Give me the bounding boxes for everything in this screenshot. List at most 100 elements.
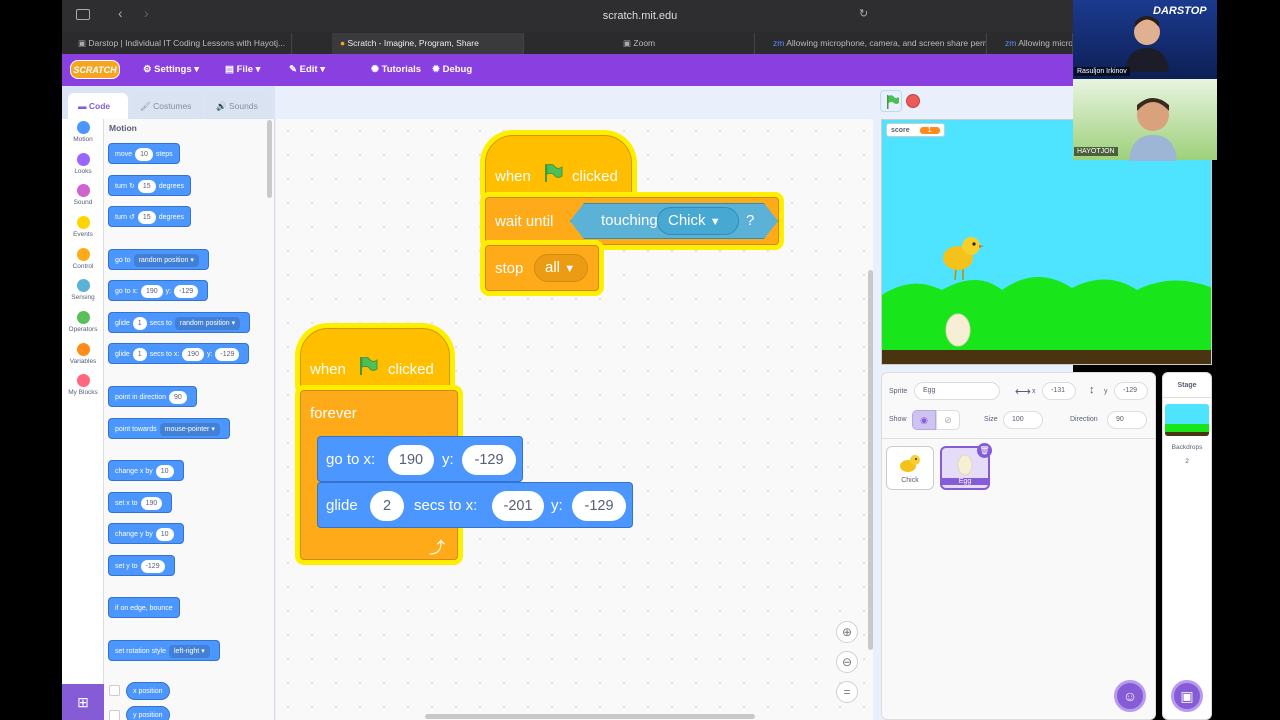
reporter-x-position[interactable]: x position [126,682,170,700]
size-input[interactable]: 100 [1003,411,1043,429]
category-operators[interactable]: Operators [62,311,104,333]
block-point-towards[interactable]: point towards mouse-pointer ▾ [108,418,230,439]
block-input[interactable]: 90 [168,391,187,404]
tab-costumes[interactable]: 🖌 Costumes [130,93,202,119]
palette-scrollbar[interactable] [267,120,272,198]
zoom-out-button[interactable]: ⊖ [836,651,858,673]
back-icon[interactable]: ‹ [118,5,123,21]
script-forever-glide[interactable]: when clicked forever ⤴ go to x: 190 y: -… [300,328,635,563]
category-looks[interactable]: Looks [62,153,104,175]
category-control[interactable]: Control [62,248,104,270]
tab-code[interactable]: ▬ Code [68,93,128,119]
add-sprite-button[interactable]: ☺ [1114,680,1146,712]
add-backdrop-button[interactable]: ▣ [1171,680,1203,712]
file-menu[interactable]: ▤ File ▾ [225,54,260,86]
block-glide-xy[interactable]: glide 1 secs to x: 190 y: -129 [108,343,250,364]
category-variables[interactable]: Variables [62,343,104,365]
score-monitor[interactable]: score 1 [886,123,945,137]
category-events[interactable]: Events [62,216,104,238]
block-turn-right[interactable]: turn ↻ 15 degrees [108,175,191,196]
scratch-logo[interactable]: SCRATCH [70,60,120,79]
glide-secs-input[interactable]: 2 [370,491,404,521]
stop-dropdown[interactable]: all ▼ [534,254,588,282]
block-input[interactable]: 10 [135,148,153,161]
tab-sounds[interactable]: 🔊 Sounds [206,93,272,119]
block-input[interactable]: 15 [137,180,156,193]
category-sensing[interactable]: Sensing [62,279,104,301]
backdrop-thumbnail[interactable] [1165,404,1209,436]
goto-x-input[interactable]: 190 [388,445,434,475]
glide-y-input[interactable]: -129 [572,491,626,521]
block-change-x[interactable]: change x by 10 [108,460,184,481]
block-input[interactable]: 1 [132,317,147,330]
x-input[interactable]: -131 [1042,382,1076,400]
block-rotation-style[interactable]: set rotation style left-right ▾ [108,640,220,661]
block-wait-until[interactable]: wait until touching Chick ▼ ? [485,197,779,245]
block-input[interactable]: 190 [182,348,204,361]
block-input[interactable]: 1 [132,348,147,361]
glide-x-input[interactable]: -201 [492,491,544,521]
tab-scratch[interactable]: ● Scratch - Imagine, Program, Share [332,33,524,54]
goto-y-input[interactable]: -129 [462,445,516,475]
tab-permissions-2[interactable]: zm Allowing microp [997,33,1073,54]
stop-button[interactable] [906,94,920,108]
block-stop[interactable]: stop all ▼ [485,245,599,291]
tab-permissions[interactable]: zm Allowing microphone, camera, and scre… [765,33,987,54]
block-input[interactable]: -129 [140,560,165,573]
category-my-blocks[interactable]: My Blocks [62,374,104,396]
block-change-y[interactable]: change y by 10 [108,523,184,544]
sprite-thumb-chick[interactable]: Chick [886,446,934,490]
block-goto-xy[interactable]: go to x: 190 y: -129 [108,280,209,301]
checkbox[interactable] [109,685,120,696]
workspace-hscrollbar[interactable] [425,714,755,719]
block-turn-left[interactable]: turn ↺ 15 degrees [108,206,191,227]
zoom-reset-button[interactable]: = [836,681,858,703]
forward-icon[interactable]: › [144,5,149,21]
block-input[interactable]: 10 [155,465,174,478]
hat-when-flag-clicked[interactable]: when clicked [300,328,450,390]
chick-sprite[interactable] [936,234,986,282]
category-motion[interactable]: Motion [62,121,104,143]
debug-button[interactable]: ✹ Debug [432,54,472,86]
block-move-steps[interactable]: move 10 steps [108,143,180,164]
reporter-y-position[interactable]: y position [126,706,170,720]
sidebar-toggle-icon[interactable] [76,9,90,20]
block-bounce[interactable]: if on edge, bounce [108,597,180,618]
tab-darstop[interactable]: ▣ Darstop | Individual IT Coding Lessons… [70,33,292,54]
sprite-name-input[interactable]: Egg [914,382,1000,400]
reload-icon[interactable]: ↻ [859,7,868,20]
block-input[interactable]: -129 [174,285,199,298]
block-dropdown[interactable]: random position ▾ [174,317,241,330]
settings-menu[interactable]: ⚙ Settings ▾ [143,54,199,86]
workspace-vscrollbar[interactable] [868,270,873,650]
address-bar[interactable]: scratch.mit.edu [400,6,880,26]
block-goto-xy[interactable]: go to x: 190 y: -129 [317,436,523,482]
checkbox[interactable] [109,710,120,720]
block-set-x[interactable]: set x to 190 [108,492,173,513]
y-input[interactable]: -129 [1114,382,1148,400]
block-input[interactable]: 15 [137,211,156,224]
block-dropdown[interactable]: random position ▾ [133,254,199,267]
block-glide-to[interactable]: glide 1 secs to random position ▾ [108,312,251,333]
edit-menu[interactable]: ✎ Edit ▾ [289,54,325,86]
show-hidden-button[interactable]: ⊘ [936,410,960,430]
block-set-y[interactable]: set y to -129 [108,555,175,576]
block-input[interactable]: -129 [215,348,240,361]
block-glide-xy[interactable]: glide 2 secs to x: -201 y: -129 [317,482,633,528]
block-goto[interactable]: go to random position ▾ [108,249,209,270]
zoom-in-button[interactable]: ⊕ [836,621,858,643]
category-sound[interactable]: Sound [62,184,104,206]
extension-button[interactable]: ⊞ [62,684,104,720]
hat-when-flag-clicked[interactable]: when clicked [485,135,632,197]
show-visible-button[interactable]: ◉ [912,410,936,430]
block-dropdown[interactable]: mouse-pointer ▾ [159,423,220,436]
delete-sprite-button[interactable]: 🗑 [977,443,992,458]
egg-sprite[interactable] [943,310,973,348]
tab-zoom[interactable]: ▣ Zoom [615,33,755,54]
block-dropdown[interactable]: left-right ▾ [168,645,210,658]
sensing-touching-block[interactable]: touching Chick ▼ ? [570,203,778,239]
green-flag-button[interactable] [880,90,902,112]
touching-dropdown[interactable]: Chick ▼ [657,207,739,235]
block-input[interactable]: 190 [140,285,163,298]
direction-input[interactable]: 90 [1107,411,1147,429]
